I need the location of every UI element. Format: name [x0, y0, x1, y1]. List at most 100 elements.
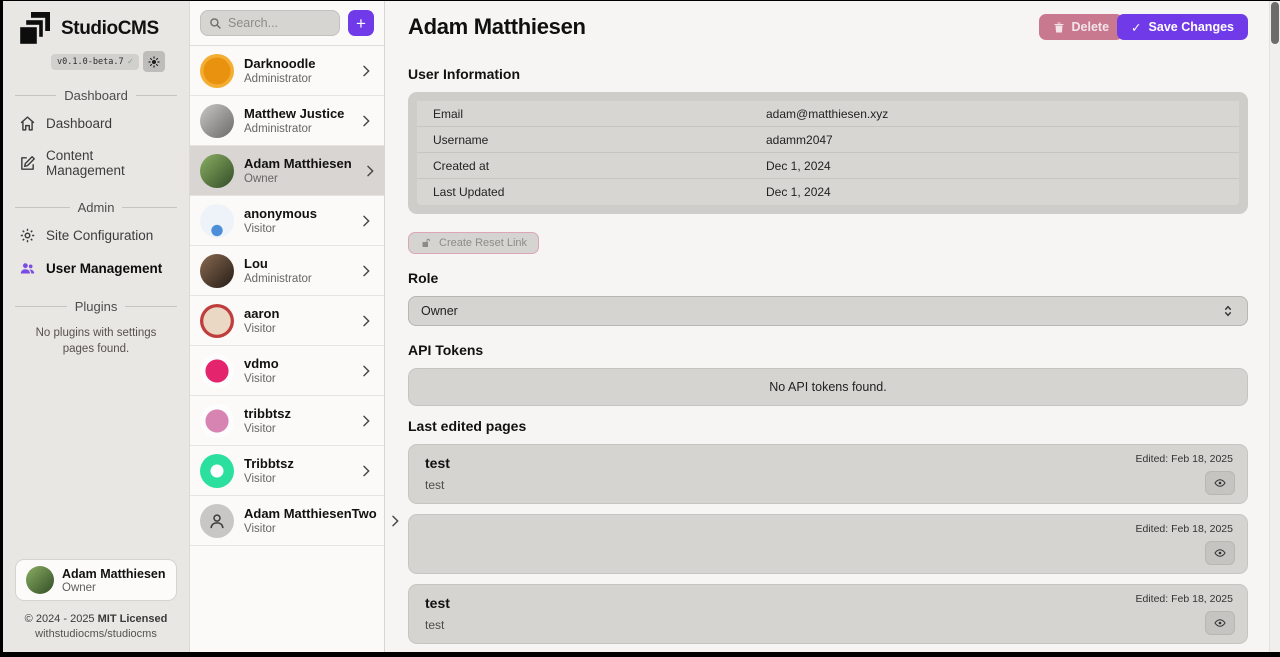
scrollbar-thumb[interactable]: [1271, 2, 1279, 44]
check-icon: ✓: [1131, 20, 1141, 35]
page-title-text: test: [425, 455, 1231, 471]
role-heading: Role: [408, 270, 1248, 286]
user-name: aaron: [244, 306, 279, 321]
plugins-empty-message: No plugins with settings pages found.: [21, 326, 171, 357]
info-value: Dec 1, 2024: [766, 159, 1223, 173]
view-page-button[interactable]: [1205, 541, 1235, 565]
info-row: Username adamm2047: [417, 127, 1239, 153]
chevron-right-icon: [358, 113, 374, 129]
sidebar-item-content-management[interactable]: Content Management: [13, 140, 179, 186]
user-name: Tribbtsz: [244, 456, 294, 471]
theme-toggle-button[interactable]: [143, 51, 165, 72]
page-edited-label: Edited: Feb 18, 2025: [1136, 523, 1234, 535]
search-icon: [209, 17, 222, 30]
user-name: vdmo: [244, 356, 279, 371]
user-list-item[interactable]: Matthew Justice Administrator: [190, 96, 384, 146]
chevron-right-icon: [358, 213, 374, 229]
sidebar-item-label: Dashboard: [46, 116, 112, 131]
trash-icon: [1053, 21, 1065, 34]
role-select[interactable]: Owner: [408, 296, 1248, 326]
search-box[interactable]: [200, 10, 340, 36]
version-row: v0.1.0-beta.7 ✓: [13, 51, 165, 72]
page-card: test test Edited: Feb 18, 2025: [408, 584, 1248, 644]
page-card: Edited: Feb 18, 2025: [408, 514, 1248, 574]
user-list-item[interactable]: Adam Matthiesen Owner: [190, 146, 384, 196]
api-tokens-heading: API Tokens: [408, 342, 1248, 358]
avatar: [200, 304, 234, 338]
user-list-item[interactable]: Darknoodle Administrator: [190, 46, 384, 96]
main-scrollbar[interactable]: [1269, 1, 1280, 652]
current-user-role: Owner: [62, 582, 166, 594]
delete-button[interactable]: Delete: [1039, 14, 1124, 40]
create-reset-link-button[interactable]: Create Reset Link: [408, 232, 539, 254]
user-role: Visitor: [244, 523, 377, 535]
avatar: [200, 154, 234, 188]
user-list-item[interactable]: vdmo Visitor: [190, 346, 384, 396]
add-user-button[interactable]: +: [348, 10, 374, 36]
info-label: Email: [433, 107, 766, 121]
user-list-item[interactable]: aaron Visitor: [190, 296, 384, 346]
chevron-right-icon: [358, 63, 374, 79]
edit-icon: [19, 155, 36, 172]
view-page-button[interactable]: [1205, 471, 1235, 495]
user-list-item[interactable]: tribbtsz Visitor: [190, 396, 384, 446]
chevron-right-icon: [362, 163, 378, 179]
avatar: [200, 104, 234, 138]
user-role: Visitor: [244, 323, 279, 335]
avatar: [200, 454, 234, 488]
page-title: Adam Matthiesen: [408, 14, 586, 40]
user-name: tribbtsz: [244, 406, 291, 421]
avatar: [26, 566, 54, 594]
chevron-right-icon: [358, 363, 374, 379]
sidebar-item-label: Site Configuration: [46, 228, 153, 243]
repo-link[interactable]: withstudiocms/studiocms: [13, 628, 179, 640]
sun-icon: [148, 56, 160, 68]
avatar: [200, 504, 234, 538]
sidebar: StudioCMS v0.1.0-beta.7 ✓: [3, 1, 190, 652]
main-header: Adam Matthiesen Delete ✓ Save Changes: [408, 14, 1248, 40]
save-button[interactable]: ✓ Save Changes: [1117, 14, 1248, 40]
user-list: Darknoodle Administrator Matthe: [190, 46, 384, 546]
info-label: Last Updated: [433, 185, 766, 199]
avatar: [200, 254, 234, 288]
user-role: Administrator: [244, 123, 344, 135]
last-edited-pages-heading: Last edited pages: [408, 418, 1248, 434]
current-user-card[interactable]: Adam Matthiesen Owner: [15, 559, 177, 601]
sidebar-item-user-management[interactable]: User Management: [13, 252, 179, 285]
api-tokens-card: No API tokens found.: [408, 368, 1248, 406]
chevron-up-down-icon: [1221, 304, 1235, 318]
header-actions: Delete ✓ Save Changes: [1039, 14, 1248, 40]
main-content: Adam Matthiesen Delete ✓ Save Changes Us…: [385, 1, 1280, 652]
user-list-item[interactable]: Tribbtsz Visitor: [190, 446, 384, 496]
sidebar-item-dashboard[interactable]: Dashboard: [13, 107, 179, 140]
user-list-item[interactable]: Lou Administrator: [190, 246, 384, 296]
role-selected-value: Owner: [421, 304, 458, 318]
page-title-text: test: [425, 595, 1231, 611]
brand: StudioCMS: [13, 11, 179, 47]
user-list-item[interactable]: Adam MatthiesenTwo Visitor: [190, 496, 384, 546]
info-row: Created at Dec 1, 2024: [417, 153, 1239, 179]
page-edited-label: Edited: Feb 18, 2025: [1136, 593, 1234, 605]
section-label-admin: Admin: [15, 200, 177, 215]
user-name: Adam Matthiesen: [244, 156, 352, 171]
search-input[interactable]: [228, 16, 331, 30]
user-list-item[interactable]: anonymous Visitor: [190, 196, 384, 246]
chevron-right-icon: [358, 413, 374, 429]
sidebar-item-site-configuration[interactable]: Site Configuration: [13, 219, 179, 252]
view-page-button[interactable]: [1205, 611, 1235, 635]
section-label-dashboard: Dashboard: [15, 88, 177, 103]
eye-icon: [1213, 547, 1227, 559]
avatar: [200, 354, 234, 388]
info-value: adam@matthiesen.xyz: [766, 107, 1223, 121]
page-edited-label: Edited: Feb 18, 2025: [1136, 453, 1234, 465]
version-check-icon: ✓: [128, 57, 133, 67]
home-icon: [19, 115, 36, 132]
info-value: adamm2047: [766, 133, 1223, 147]
user-role: Administrator: [244, 73, 316, 85]
avatar: [200, 404, 234, 438]
license-text: MIT Licensed: [98, 613, 168, 625]
gear-icon: [19, 227, 36, 244]
info-value: Dec 1, 2024: [766, 185, 1223, 199]
user-role: Visitor: [244, 423, 291, 435]
sidebar-footer: © 2024 - 2025 MIT Licensed withstudiocms…: [13, 613, 179, 644]
